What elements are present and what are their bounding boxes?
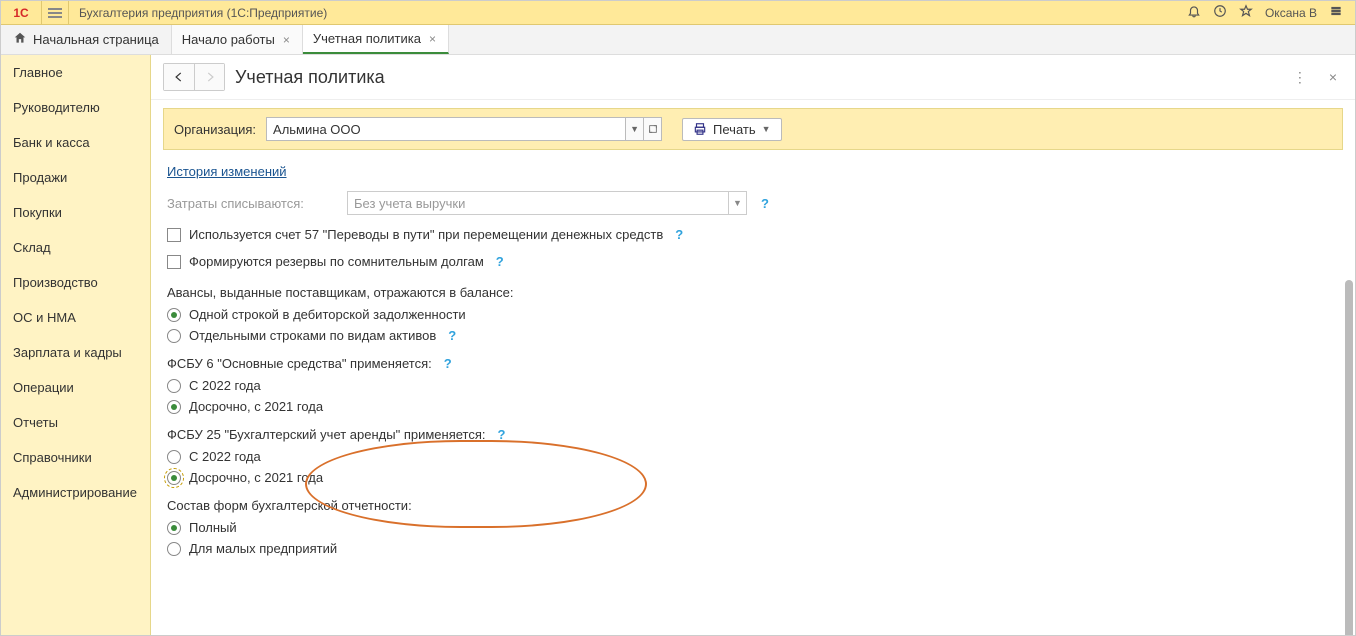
- sidebar-item-manager[interactable]: Руководителю: [1, 90, 150, 125]
- sidebar-item-payroll[interactable]: Зарплата и кадры: [1, 335, 150, 370]
- main-menu-button[interactable]: [41, 1, 69, 25]
- page-title: Учетная политика: [235, 67, 385, 88]
- print-button[interactable]: Печать ▼: [682, 118, 782, 141]
- radio-label: Полный: [189, 520, 237, 535]
- history-link[interactable]: История изменений: [167, 164, 287, 179]
- scrollbar[interactable]: [1345, 280, 1353, 635]
- app-title: Бухгалтерия предприятия (1С:Предприятие): [69, 6, 1187, 20]
- fsbu25-group-label: ФСБУ 25 "Бухгалтерский учет аренды" прим…: [167, 427, 486, 442]
- page-header: Учетная политика ⋮ ×: [151, 55, 1355, 100]
- sidebar-item-admin[interactable]: Администрирование: [1, 475, 150, 510]
- help-icon[interactable]: ?: [440, 356, 456, 371]
- tab-home[interactable]: Начальная страница: [1, 25, 172, 54]
- print-label: Печать: [713, 122, 756, 137]
- forms-group-label: Состав форм бухгалтерской отчетности:: [151, 488, 1355, 517]
- bell-icon[interactable]: [1187, 4, 1201, 21]
- radio-advances-by-asset[interactable]: [167, 329, 181, 343]
- radio-fsbu6-2021[interactable]: [167, 400, 181, 414]
- chevron-down-icon: ▼: [762, 124, 771, 134]
- radio-label: С 2022 года: [189, 449, 261, 464]
- close-icon[interactable]: ×: [427, 32, 438, 46]
- open-dialog-icon[interactable]: [644, 117, 662, 141]
- chevron-down-icon[interactable]: ▼: [728, 192, 746, 214]
- sidebar: Главное Руководителю Банк и касса Продаж…: [1, 55, 151, 635]
- costs-label: Затраты списываются:: [167, 196, 337, 211]
- radio-advances-one-line[interactable]: [167, 308, 181, 322]
- help-icon[interactable]: ?: [671, 227, 687, 242]
- checkbox-reserves[interactable]: [167, 255, 181, 269]
- back-button[interactable]: [164, 64, 194, 90]
- home-icon: [13, 31, 27, 48]
- sidebar-item-production[interactable]: Производство: [1, 265, 150, 300]
- checkbox-account57[interactable]: [167, 228, 181, 242]
- checkbox-account57-label: Используется счет 57 "Переводы в пути" п…: [189, 227, 663, 242]
- radio-fsbu25-2021[interactable]: [167, 471, 181, 485]
- titlebar: 1C Бухгалтерия предприятия (1С:Предприят…: [1, 1, 1355, 25]
- dropdown-icon[interactable]: ▼: [626, 117, 644, 141]
- radio-fsbu25-2022[interactable]: [167, 450, 181, 464]
- help-icon[interactable]: ?: [492, 254, 508, 269]
- tab-bar: Начальная страница Начало работы × Учетн…: [1, 25, 1355, 55]
- costs-combo[interactable]: Без учета выручки ▼: [347, 191, 747, 215]
- checkbox-reserves-label: Формируются резервы по сомнительным долг…: [189, 254, 484, 269]
- radio-forms-small[interactable]: [167, 542, 181, 556]
- tab-label: Учетная политика: [313, 31, 421, 46]
- tab-accounting-policy[interactable]: Учетная политика ×: [303, 25, 449, 54]
- sidebar-item-sales[interactable]: Продажи: [1, 160, 150, 195]
- organization-value: Альмина ООО: [273, 122, 361, 137]
- radio-label: С 2022 года: [189, 378, 261, 393]
- organization-select[interactable]: Альмина ООО: [266, 117, 626, 141]
- sidebar-item-reports[interactable]: Отчеты: [1, 405, 150, 440]
- sidebar-item-operations[interactable]: Операции: [1, 370, 150, 405]
- help-icon[interactable]: ?: [444, 328, 460, 343]
- sidebar-item-purchases[interactable]: Покупки: [1, 195, 150, 230]
- costs-value: Без учета выручки: [348, 196, 728, 211]
- logo-1c: 1C: [1, 6, 41, 20]
- sidebar-item-catalogs[interactable]: Справочники: [1, 440, 150, 475]
- org-label: Организация:: [174, 122, 256, 137]
- sidebar-item-main[interactable]: Главное: [1, 55, 150, 90]
- radio-label: Отдельными строками по видам активов: [189, 328, 436, 343]
- tab-started[interactable]: Начало работы ×: [172, 25, 303, 54]
- sidebar-item-bank[interactable]: Банк и касса: [1, 125, 150, 160]
- user-menu-button[interactable]: [1329, 4, 1343, 21]
- radio-fsbu6-2022[interactable]: [167, 379, 181, 393]
- radio-label: Одной строкой в дебиторской задолженност…: [189, 307, 466, 322]
- help-icon[interactable]: ?: [494, 427, 510, 442]
- page-content: Организация: Альмина ООО ▼ Печать ▼: [151, 100, 1355, 635]
- radio-forms-full[interactable]: [167, 521, 181, 535]
- advances-group-label: Авансы, выданные поставщикам, отражаются…: [151, 275, 1355, 304]
- tab-label: Начало работы: [182, 32, 275, 47]
- more-menu-icon[interactable]: ⋮: [1287, 65, 1313, 90]
- radio-label: Для малых предприятий: [189, 541, 337, 556]
- history-icon[interactable]: [1213, 4, 1227, 21]
- close-page-icon[interactable]: ×: [1323, 65, 1343, 89]
- help-icon[interactable]: ?: [757, 196, 773, 211]
- forward-button[interactable]: [194, 64, 224, 90]
- tab-home-label: Начальная страница: [33, 32, 159, 47]
- star-icon[interactable]: [1239, 4, 1253, 21]
- sidebar-item-assets[interactable]: ОС и НМА: [1, 300, 150, 335]
- user-name[interactable]: Оксана В: [1265, 6, 1317, 20]
- radio-label: Досрочно, с 2021 года: [189, 399, 323, 414]
- close-icon[interactable]: ×: [281, 33, 292, 47]
- sidebar-item-warehouse[interactable]: Склад: [1, 230, 150, 265]
- organization-panel: Организация: Альмина ООО ▼ Печать ▼: [163, 108, 1343, 150]
- radio-label: Досрочно, с 2021 года: [189, 470, 323, 485]
- fsbu6-group-label: ФСБУ 6 "Основные средства" применяется:: [167, 356, 432, 371]
